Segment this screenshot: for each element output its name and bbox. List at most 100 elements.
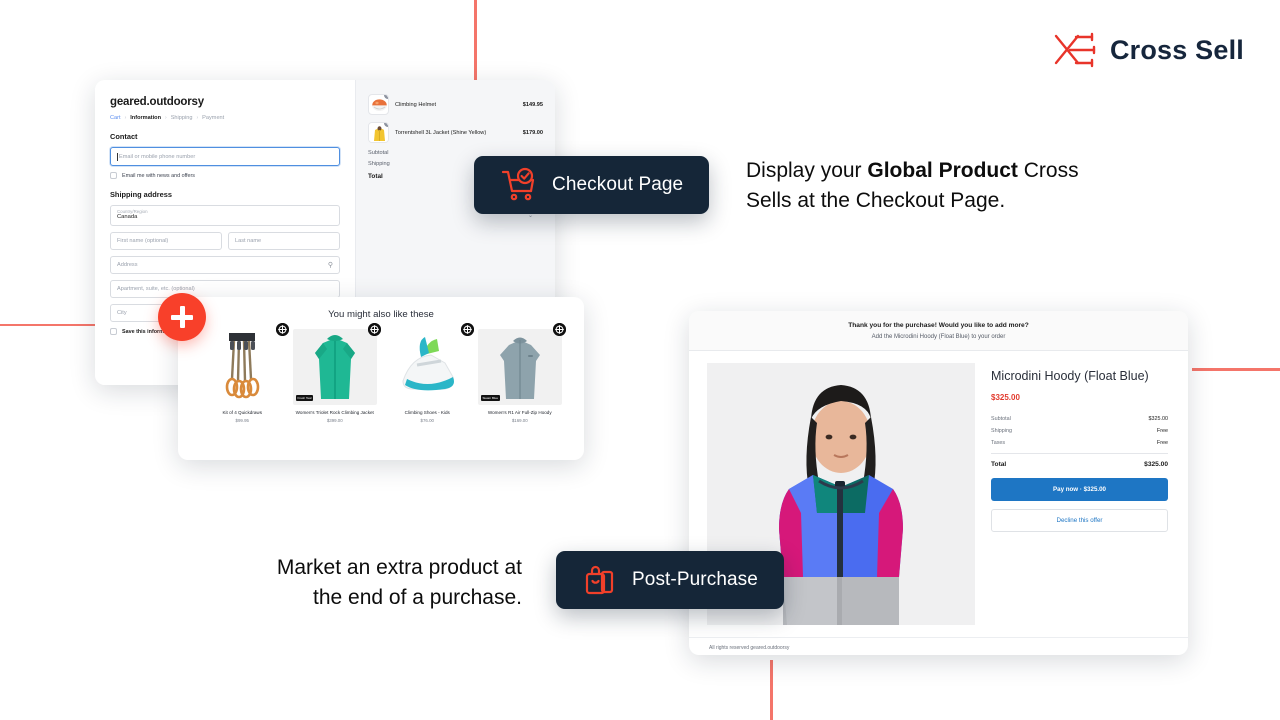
add-circle-icon[interactable]	[553, 323, 566, 336]
city-placeholder: City	[117, 310, 127, 316]
decor-line-bottom	[770, 660, 773, 720]
apartment-placeholder: Apartment, suite, etc. (optional)	[117, 286, 195, 292]
recommendations-title: You might also like these	[328, 309, 434, 320]
r1-air-hoody-image	[499, 337, 540, 399]
add-circle-icon[interactable]	[275, 323, 289, 336]
cart-item-price: $149.95	[522, 101, 543, 108]
decor-line-left	[0, 324, 96, 326]
checkbox-box-icon	[110, 172, 117, 179]
summary-subtotal-label: Subtotal	[368, 150, 389, 156]
checkout-page-badge-label: Checkout Page	[552, 174, 684, 195]
decor-line-top	[474, 0, 477, 80]
cart-line-item: 1 Climbing Helmet $149.95	[368, 94, 543, 115]
cross-sell-recommendations-card: You might also like these Kit of 4 Quick…	[178, 297, 584, 460]
product-image	[200, 329, 285, 405]
quantity-badge: 1	[384, 123, 388, 127]
breadcrumb-sep-icon: ›	[196, 115, 199, 121]
quantity-badge: 1	[384, 95, 388, 99]
product-price: $169.00	[511, 418, 528, 424]
shop-name: geared.outdoorsy	[110, 96, 204, 108]
email-input[interactable]: Email or mobile phone number	[110, 147, 340, 166]
name-row: First name (optional) Last name	[110, 226, 340, 250]
newsletter-checkbox[interactable]: Email me with news and offers	[110, 172, 340, 179]
headline-checkout-pre: Display your	[746, 159, 868, 182]
offer-total-row: Total $325.00	[991, 452, 1168, 468]
offer-subtotal-label: Subtotal	[991, 415, 1011, 422]
post-purchase-badge: Post-Purchase	[556, 551, 784, 609]
newsletter-label: Email me with news and offers	[122, 172, 196, 179]
shipping-section-title: Shipping address	[110, 190, 173, 199]
last-name-placeholder: Last name	[235, 238, 262, 244]
climbing-shoes-kids-image	[402, 337, 455, 391]
slide-canvas: Cross Sell geared.outdoorsy Cart › Infor…	[0, 0, 1280, 720]
last-name-input[interactable]: Last name	[228, 232, 340, 250]
search-icon: ⚲	[327, 262, 333, 269]
offer-product-title: Microdini Hoody (Float Blue)	[991, 369, 1149, 383]
offer-taxes-label: Taxes	[991, 439, 1006, 446]
post-purchase-footer: All rights reserved geared.outdoorsy	[689, 637, 1188, 651]
first-name-input[interactable]: First name (optional)	[110, 232, 222, 250]
cart-check-icon	[501, 167, 535, 201]
product-name: Kit of 4 Quickdraws	[222, 410, 263, 415]
offer-shipping-row: Shipping Free	[991, 425, 1168, 437]
checkout-page-badge: Checkout Page	[474, 156, 710, 214]
product-thumbnail: 1	[368, 122, 389, 143]
post-purchase-badge-label: Post-Purchase	[632, 569, 758, 590]
recommended-product[interactable]: Kit of 4 Quickdraws $99.95	[200, 323, 289, 424]
breadcrumb-information[interactable]: Information	[130, 115, 161, 121]
offer-taxes-row: Taxes Free	[991, 437, 1168, 449]
product-image: Fresh Teal	[292, 329, 377, 405]
cart-item-name: Torrentshell 3L Jacket (Shine Yellow)	[395, 129, 487, 136]
add-circle-icon[interactable]	[368, 323, 381, 336]
offer-price-breakdown: Subtotal $325.00 Shipping Free Taxes Fre…	[991, 413, 1168, 468]
address-input[interactable]: Address ⚲	[110, 256, 340, 274]
recommended-product[interactable]: Fresh Teal Women's Triolet Rock Climbing…	[292, 323, 381, 423]
product-color-tag: Fresh Teal	[295, 395, 314, 401]
product-price: $99.95	[235, 418, 249, 424]
country-value: Canada	[117, 214, 138, 221]
breadcrumb-payment[interactable]: Payment	[202, 115, 224, 121]
brand-logo: Cross Sell	[1052, 30, 1244, 70]
product-color-tag: Steam Blue	[480, 395, 501, 401]
summary-shipping-label: Shipping	[368, 161, 390, 167]
checkbox-box-icon	[110, 328, 117, 335]
add-circle-icon[interactable]	[460, 323, 474, 336]
product-name: Climbing Shoes - Kids	[404, 410, 450, 415]
quickdraws-image	[225, 333, 260, 399]
post-purchase-header-subtitle: Add the Microdini Hoody (Float Blue) to …	[871, 334, 1006, 340]
headline-checkout: Display your Global Product Cross Sells …	[746, 156, 1106, 217]
product-image	[385, 329, 470, 405]
post-purchase-header-title: Thank you for the purchase! Would you li…	[848, 322, 1029, 329]
breadcrumb-sep-icon: ›	[165, 115, 167, 121]
offer-details: Microdini Hoody (Float Blue) $325.00 Sub…	[991, 363, 1168, 625]
address-placeholder: Address	[117, 262, 138, 268]
cart-line-item: 1 Torrentshell 3L Jacket (Shine Yellow) …	[368, 122, 543, 143]
country-select[interactable]: Country/Region Canada ⌄	[110, 205, 533, 226]
cart-item-price: $179.00	[522, 129, 543, 136]
recommendations-grid: Kit of 4 Quickdraws $99.95 Fresh Teal Wo…	[188, 323, 574, 424]
email-placeholder: Email or mobile phone number	[119, 153, 196, 160]
recommended-product[interactable]: Climbing Shoes - Kids $76.00	[385, 323, 474, 424]
recommended-product[interactable]: Steam Blue Women's R1 Air Full-Zip Hoody…	[477, 323, 566, 424]
breadcrumb-shipping[interactable]: Shipping	[171, 115, 193, 121]
apartment-input[interactable]: Apartment, suite, etc. (optional)	[110, 280, 340, 298]
product-thumbnail: 1	[368, 94, 389, 115]
decor-line-right	[1192, 368, 1280, 371]
product-price: $76.00	[420, 418, 434, 424]
product-name: Women's Triolet Rock Climbing Jacket	[295, 410, 374, 415]
triolet-jacket-image	[314, 335, 355, 399]
offer-subtotal-value: $325.00	[1148, 415, 1169, 422]
headline-checkout-strong: Global Product	[867, 159, 1018, 182]
add-product-plus-badge[interactable]	[158, 293, 206, 341]
breadcrumb-cart[interactable]: Cart	[110, 115, 121, 121]
cross-sell-mark-icon	[1054, 32, 1096, 68]
offer-taxes-value: Free	[1156, 439, 1168, 446]
offer-total-value: $325.00	[1144, 460, 1168, 468]
checkout-breadcrumb: Cart › Information › Shipping › Payment	[110, 115, 340, 121]
product-image: Steam Blue	[477, 329, 562, 405]
pay-now-button[interactable]: Pay now · $325.00	[991, 477, 1168, 501]
offer-subtotal-row: Subtotal $325.00	[991, 413, 1168, 425]
offer-shipping-label: Shipping	[991, 427, 1012, 434]
cart-item-name: Climbing Helmet	[395, 101, 437, 108]
decline-offer-button[interactable]: Decline this offer	[991, 508, 1168, 532]
